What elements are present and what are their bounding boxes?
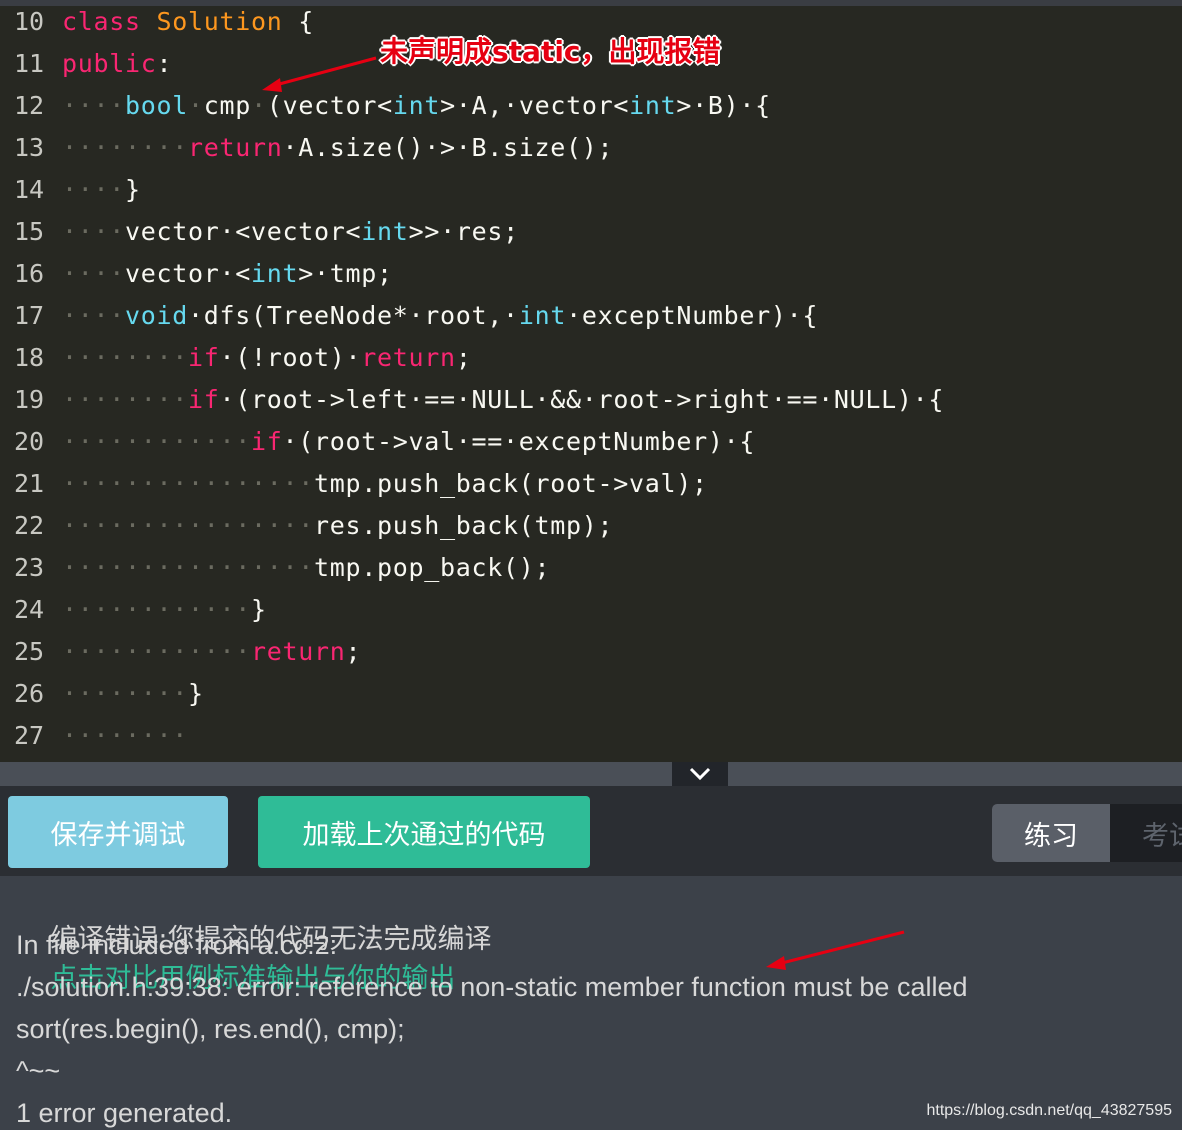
watermark: https://blog.csdn.net/qq_43827595 bbox=[926, 1102, 1172, 1119]
code-text: ········ bbox=[62, 721, 189, 750]
code-text: ················tmp.push_back(root->val)… bbox=[62, 469, 708, 498]
code-text: ········if·(root->left·==·NULL·&&·root->… bbox=[62, 385, 945, 414]
output-line: ^~~ bbox=[16, 1056, 61, 1086]
output-line: sort(res.begin(), res.end(), cmp); bbox=[16, 1014, 405, 1044]
code-line: 24 ············} bbox=[0, 589, 1182, 631]
code-text: ········if·(!root)·return; bbox=[62, 343, 472, 372]
code-text: ············if·(root->val·==·exceptNumbe… bbox=[62, 427, 756, 456]
code-line: 17 ····void·dfs(TreeNode*·root,·int·excep… bbox=[0, 295, 1182, 337]
line-number: 13 bbox=[14, 133, 45, 162]
line-number: 21 bbox=[14, 469, 45, 498]
line-number: 17 bbox=[14, 301, 45, 330]
code-line: 22 ················res.push_back(tmp); bbox=[0, 505, 1182, 547]
code-text: ········} bbox=[62, 679, 204, 708]
line-number: 27 bbox=[14, 721, 45, 750]
code-text: ············return; bbox=[62, 637, 362, 666]
code-line: 19 ········if·(root->left·==·NULL·&&·root… bbox=[0, 379, 1182, 421]
code-line: 18 ········if·(!root)·return; bbox=[0, 337, 1182, 379]
save-and-debug-button[interactable]: 保存并调试 bbox=[8, 796, 228, 868]
code-text: public: bbox=[62, 49, 173, 78]
tab-practice[interactable]: 练习 bbox=[992, 804, 1110, 862]
line-number: 19 bbox=[14, 385, 45, 414]
code-line: 21 ················tmp.push_back(root->va… bbox=[0, 463, 1182, 505]
code-line: 12 ····bool·cmp·(vector<int>·A,·vector<in… bbox=[0, 85, 1182, 127]
code-editor[interactable]: 10 class Solution { 11 public: 12 ····bool·cm… bbox=[0, 0, 1182, 762]
tab-exam[interactable]: 考试 bbox=[1112, 804, 1182, 862]
line-number: 18 bbox=[14, 343, 45, 372]
line-number: 16 bbox=[14, 259, 45, 288]
code-line: 27 ········ bbox=[0, 715, 1182, 757]
code-text: ····vector·<vector<int>>·res; bbox=[62, 217, 519, 246]
line-number: 14 bbox=[14, 175, 45, 204]
code-line: 15 ····vector·<vector<int>>·res; bbox=[0, 211, 1182, 253]
line-number: 23 bbox=[14, 553, 45, 582]
load-last-passed-code-button[interactable]: 加载上次通过的代码 bbox=[258, 796, 590, 868]
line-number: 22 bbox=[14, 511, 45, 540]
code-text: ····void·dfs(TreeNode*·root,·int·exceptN… bbox=[62, 301, 819, 330]
chevron-down-icon bbox=[689, 767, 711, 781]
line-number: 20 bbox=[14, 427, 45, 456]
line-number: 24 bbox=[14, 595, 45, 624]
code-line: 26 ········} bbox=[0, 673, 1182, 715]
output-line: In file included from a.cc:2: bbox=[16, 930, 338, 960]
line-number: 25 bbox=[14, 637, 45, 666]
line-number: 12 bbox=[14, 91, 45, 120]
code-line: 13 ········return·A.size()·>·B.size(); bbox=[0, 127, 1182, 169]
code-line: 16 ····vector·<int>·tmp; bbox=[0, 253, 1182, 295]
code-text: ················res.push_back(tmp); bbox=[62, 511, 614, 540]
line-number: 26 bbox=[14, 679, 45, 708]
annotation-label: 未声明成static，出现报错 bbox=[380, 35, 721, 68]
output-line: ./solution.h:39:38: error: reference to … bbox=[16, 972, 968, 1002]
code-line: 23 ················tmp.pop_back(); bbox=[0, 547, 1182, 589]
code-text: ············} bbox=[62, 595, 267, 624]
code-text: ················tmp.pop_back(); bbox=[62, 553, 551, 582]
output-panel: 编译错误:您提交的代码无法完成编译 点击对比用例标准输出与你的输出 In fil… bbox=[0, 876, 1182, 1130]
code-text: ········return·A.size()·>·B.size(); bbox=[62, 133, 614, 162]
line-number: 10 bbox=[14, 7, 45, 36]
output-line: 1 error generated. bbox=[16, 1098, 233, 1128]
line-number: 15 bbox=[14, 217, 45, 246]
panel-divider[interactable] bbox=[0, 762, 1182, 786]
code-line: 25 ············return; bbox=[0, 631, 1182, 673]
code-text: ····bool·cmp·(vector<int>·A,·vector<int>… bbox=[62, 91, 771, 120]
code-line: 20 ············if·(root->val·==·exceptNum… bbox=[0, 421, 1182, 463]
code-text: ····vector·<int>·tmp; bbox=[62, 259, 393, 288]
action-toolbar: 保存并调试 加载上次通过的代码 练习 考试 bbox=[0, 786, 1182, 876]
code-text: ····} bbox=[62, 175, 141, 204]
collapse-panel-button[interactable] bbox=[672, 762, 728, 786]
code-line: 14 ····} bbox=[0, 169, 1182, 211]
mode-tabs: 练习 考试 bbox=[992, 804, 1182, 862]
code-text: class Solution { bbox=[62, 7, 315, 36]
line-number: 11 bbox=[14, 49, 45, 78]
